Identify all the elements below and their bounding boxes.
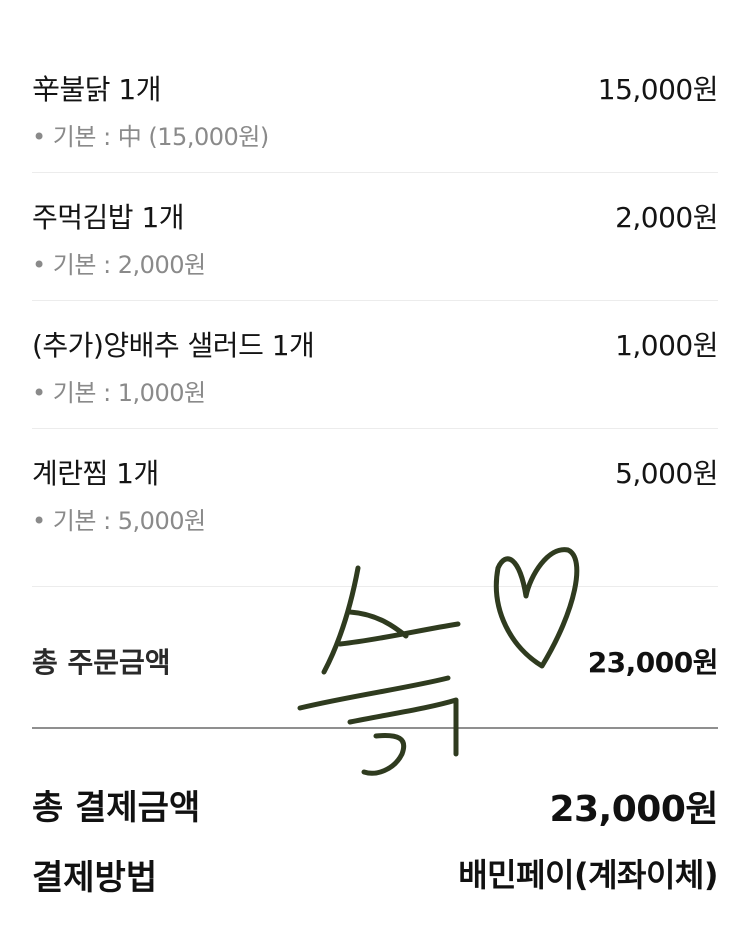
item-name: 주먹김밥 1개	[32, 201, 185, 234]
subtotal-value: 23,000원	[587, 646, 719, 679]
item-name: (추가)양배추 샐러드 1개	[32, 329, 315, 362]
payment-method-label: 결제방법	[32, 858, 158, 898]
order-item: (추가)양배추 샐러드 1개 1,000원 • 기본 : 1,000원	[32, 301, 718, 429]
item-name: 계란찜 1개	[32, 457, 159, 490]
item-option: • 기본 : 中 (15,000원)	[32, 123, 269, 151]
item-option: • 기본 : 5,000원	[32, 507, 206, 535]
item-price: 5,000원	[615, 457, 718, 490]
item-price: 1,000원	[615, 329, 718, 362]
order-item: 계란찜 1개 5,000원 • 기본 : 5,000원	[32, 429, 718, 557]
total-payment-label: 총 결제금액	[32, 788, 201, 828]
item-name: 辛불닭 1개	[32, 73, 162, 106]
subtotal-label: 총 주문금액	[32, 646, 171, 679]
item-price: 2,000원	[615, 201, 718, 234]
order-item: 辛불닭 1개 15,000원 • 기본 : 中 (15,000원)	[32, 0, 719, 173]
total-payment-value: 23,000원	[549, 789, 718, 830]
order-item: 주먹김밥 1개 2,000원 • 기본 : 2,000원	[32, 173, 718, 301]
item-option: • 기본 : 2,000원	[32, 251, 206, 279]
subtotal-row: 총 주문금액 23,000원	[32, 586, 719, 729]
order-item-list: 辛불닭 1개 15,000원 • 기본 : 中 (15,000원) 주먹김밥 1…	[32, 0, 719, 557]
payment-method-value: 배민페이(계좌이체)	[458, 856, 718, 894]
item-price: 15,000원	[597, 73, 719, 106]
item-option: • 기본 : 1,000원	[32, 379, 206, 407]
